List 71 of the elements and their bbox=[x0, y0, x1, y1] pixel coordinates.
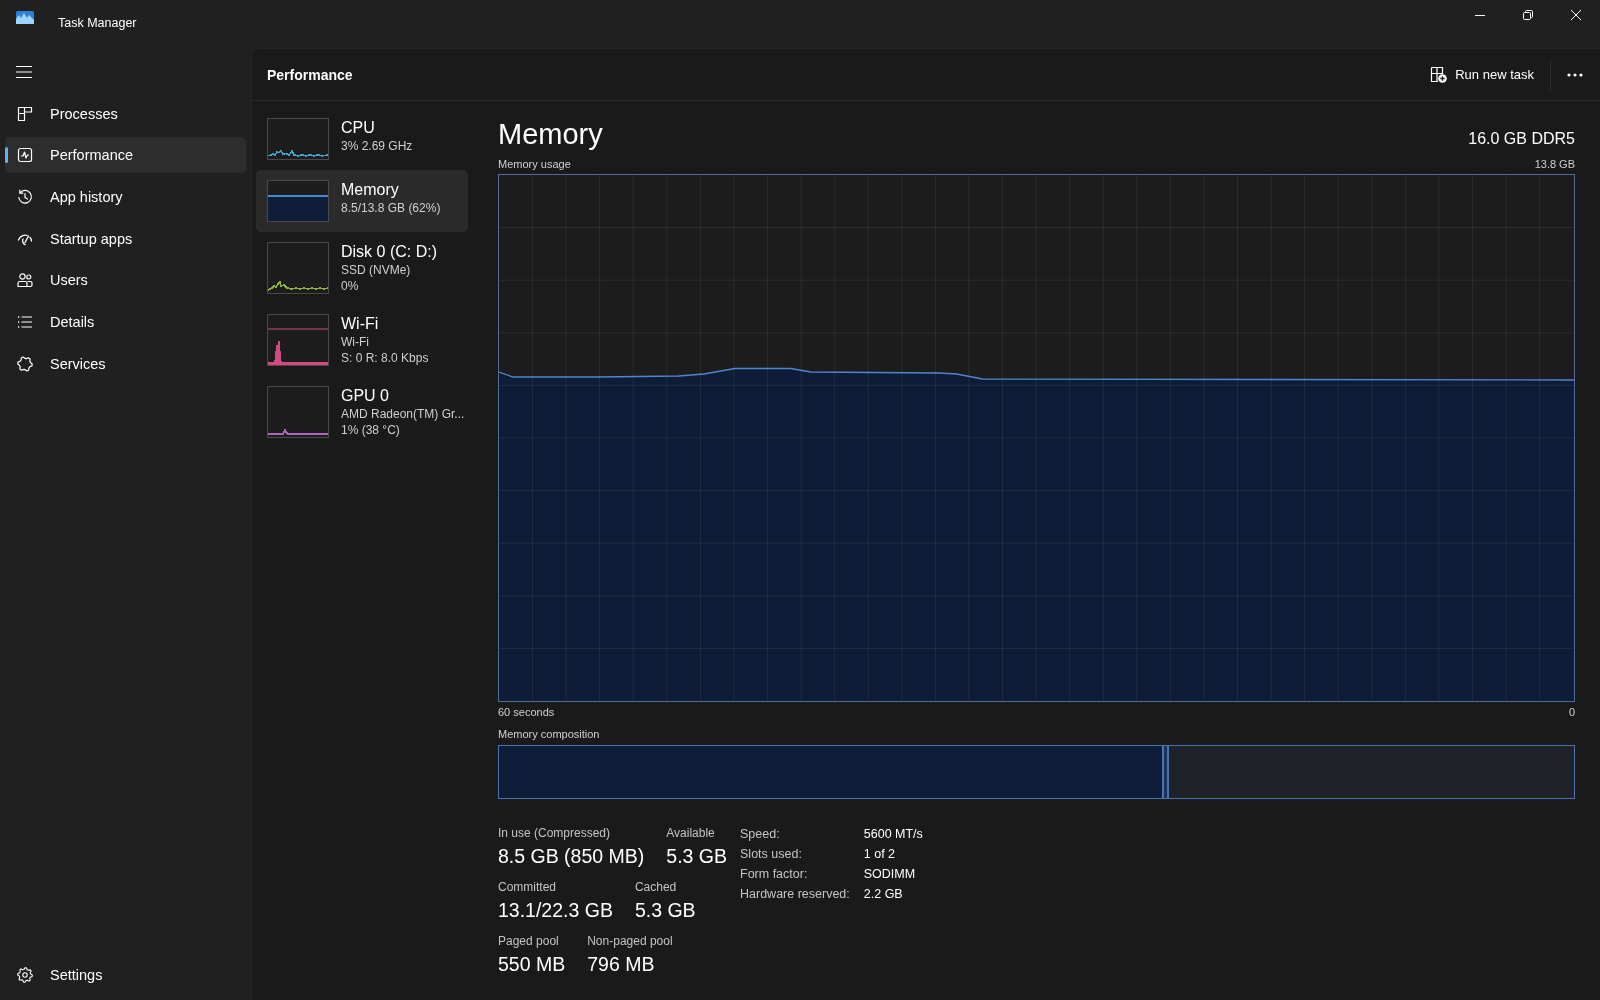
restore-icon bbox=[1523, 10, 1533, 20]
stat-label: Available bbox=[666, 825, 716, 842]
stat-label: Cached bbox=[634, 879, 678, 896]
device-detail: SSD (NVMe) bbox=[341, 262, 412, 278]
stat-value: 5.3 GB bbox=[666, 844, 727, 869]
nav-item[interactable]: Users bbox=[5, 262, 246, 299]
chart-title: Memory usage bbox=[498, 156, 571, 171]
property-label: Speed: bbox=[740, 825, 781, 843]
axis-start-label: 60 seconds bbox=[498, 704, 555, 719]
device-detail: Wi-Fi bbox=[341, 334, 370, 350]
users-icon bbox=[16, 272, 33, 289]
more-icon bbox=[1567, 72, 1583, 77]
selection-indicator bbox=[5, 147, 8, 164]
pulse-chart-icon bbox=[16, 147, 33, 164]
device-detail: 1% (38 °C) bbox=[341, 422, 401, 438]
nav-item[interactable]: Performance bbox=[5, 137, 246, 174]
page-title: Performance bbox=[267, 66, 353, 83]
property-value: 5600 MT/s bbox=[863, 825, 923, 843]
stat-label: Committed bbox=[498, 879, 557, 896]
resource-title: Memory bbox=[498, 117, 603, 152]
device-detail: 3% 2.69 GHz bbox=[341, 138, 413, 154]
device-item[interactable]: CPU 3% 2.69 GHz bbox=[256, 108, 468, 170]
device-item[interactable]: Wi-Fi Wi-Fi S: 0 R: 8.0 Kbps bbox=[256, 304, 468, 376]
device-name: CPU bbox=[341, 118, 376, 138]
minimize-icon bbox=[1475, 14, 1485, 16]
stat-value: 550 MB bbox=[498, 952, 566, 977]
activity-chart-icon bbox=[16, 11, 34, 24]
property-value: 2.2 GB bbox=[863, 885, 904, 903]
device-detail: AMD Radeon(TM) Gr... bbox=[341, 406, 465, 422]
capacity-label: 16.0 GB DDR5 bbox=[1468, 129, 1575, 149]
stat-value: 8.5 GB (850 MB) bbox=[498, 844, 645, 869]
property-value: SODIMM bbox=[863, 865, 917, 883]
axis-max-label: 13.8 GB bbox=[1534, 156, 1575, 171]
device-detail: S: 0 R: 8.0 Kbps bbox=[341, 350, 429, 366]
property-label: Form factor: bbox=[740, 865, 809, 883]
device-name: Memory bbox=[341, 180, 400, 200]
device-name: Wi-Fi bbox=[341, 314, 380, 334]
stat-label: Non-paged pool bbox=[587, 933, 673, 950]
squares-icon bbox=[16, 105, 33, 122]
stat-label: Paged pool bbox=[498, 933, 560, 950]
menu-icon bbox=[16, 66, 32, 78]
close-icon bbox=[1571, 10, 1581, 20]
device-name: GPU 0 bbox=[341, 386, 390, 406]
property-label: Slots used: bbox=[740, 845, 803, 863]
grid-plus-icon bbox=[1430, 66, 1448, 83]
window-title: Task Manager bbox=[58, 15, 137, 31]
history-clock-icon bbox=[16, 189, 33, 206]
cog-icon bbox=[16, 355, 33, 372]
nav-item[interactable]: Startup apps bbox=[5, 220, 246, 257]
device-detail: 8.5/13.8 GB (62%) bbox=[341, 200, 441, 216]
nav-item[interactable]: App history bbox=[5, 179, 246, 216]
device-item[interactable]: Memory 8.5/13.8 GB (62%) bbox=[256, 170, 468, 232]
stat-value: 5.3 GB bbox=[634, 898, 696, 923]
composition-title: Memory composition bbox=[498, 726, 600, 741]
stat-value: 13.1/22.3 GB bbox=[498, 898, 613, 923]
list-icon bbox=[16, 314, 33, 331]
nav-item[interactable]: Services bbox=[5, 345, 246, 382]
device-detail: 0% bbox=[341, 278, 360, 294]
settings-icon bbox=[16, 966, 33, 983]
axis-end-label: 0 bbox=[1568, 704, 1575, 719]
stat-label: In use (Compressed) bbox=[498, 825, 612, 842]
nav-item[interactable]: Details bbox=[5, 304, 246, 341]
nav-item[interactable]: Processes bbox=[5, 95, 246, 132]
device-item[interactable]: GPU 0 AMD Radeon(TM) Gr... 1% (38 °C) bbox=[256, 376, 468, 448]
property-value: 1 of 2 bbox=[863, 845, 897, 863]
run-new-task-button[interactable]: Run new task bbox=[1420, 57, 1544, 92]
device-item[interactable]: Disk 0 (C: D:) SSD (NVMe) 0% bbox=[256, 232, 468, 304]
nav-item[interactable]: Settings bbox=[5, 956, 246, 993]
device-name: Disk 0 (C: D:) bbox=[341, 242, 437, 262]
property-label: Hardware reserved: bbox=[740, 885, 850, 903]
stat-value: 796 MB bbox=[587, 952, 656, 977]
